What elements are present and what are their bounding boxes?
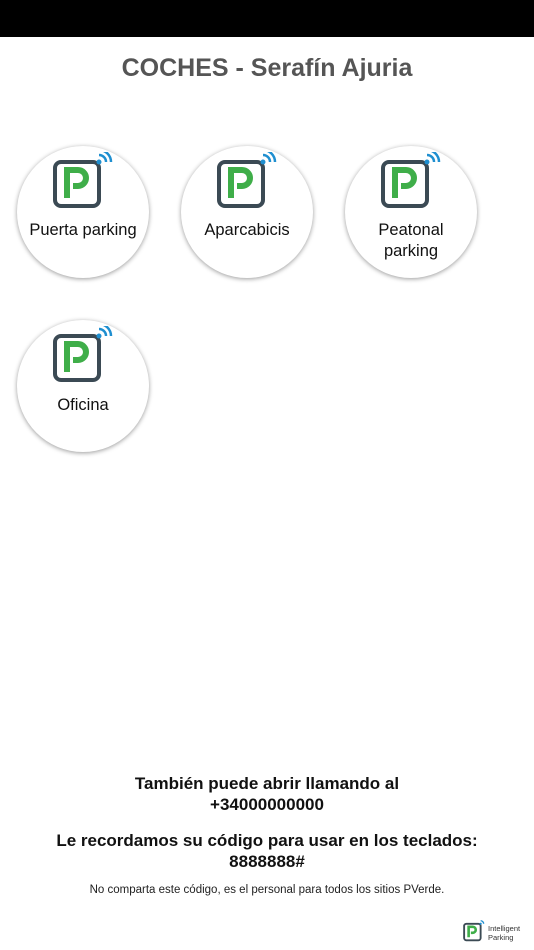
brand-line-2: Parking: [488, 933, 514, 942]
brand-line-1: Intelligent: [488, 924, 521, 933]
tile-puerta-parking[interactable]: Puerta parking: [17, 146, 149, 278]
phone-number[interactable]: +34000000000: [0, 794, 534, 815]
tile-label: Peatonal parking: [378, 221, 444, 260]
code-info: Le recordamos su código para usar en los…: [0, 830, 534, 872]
tile-aparcabicis[interactable]: Aparcabicis: [181, 146, 313, 278]
tile-label: Oficina: [57, 396, 109, 414]
tile-label: Puerta parking: [29, 221, 137, 239]
tile-peatonal-parking[interactable]: Peatonal parking: [345, 146, 477, 278]
privacy-note: No comparta este código, es el personal …: [0, 884, 534, 896]
parking-wifi-icon: [463, 920, 485, 942]
note-text: No comparta este código, es el personal …: [89, 884, 445, 896]
call-info: También puede abrir llamando al +3400000…: [0, 773, 534, 815]
intelligent-parking-logo: Intelligent Parking: [463, 918, 527, 946]
parking-wifi-icon: [217, 152, 277, 208]
call-text: También puede abrir llamando al: [134, 774, 400, 793]
parking-wifi-icon: [381, 152, 441, 208]
tile-label: Aparcabicis: [204, 221, 290, 239]
parking-wifi-icon: [53, 326, 113, 382]
parking-wifi-icon: [53, 152, 113, 208]
tile-oficina[interactable]: Oficina: [17, 320, 149, 452]
status-bar: [0, 0, 534, 37]
code-text: Le recordamos su código para usar en los…: [56, 831, 478, 850]
page-title: COCHES - Serafín Ajuria: [121, 54, 413, 82]
access-code: 8888888#: [229, 852, 305, 871]
brand-name: Intelligent Parking: [488, 924, 520, 942]
